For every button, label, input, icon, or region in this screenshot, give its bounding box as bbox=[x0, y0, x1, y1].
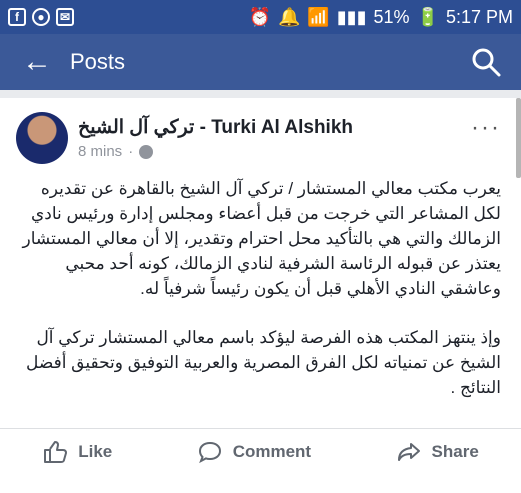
share-label: Share bbox=[431, 441, 479, 461]
post-paragraph-1: يعرب مكتب معالي المستشار / تركي آل الشيخ… bbox=[22, 179, 501, 298]
like-icon bbox=[44, 440, 68, 463]
mail-icon: ✉ bbox=[56, 8, 74, 26]
battery-level: 51% bbox=[373, 6, 410, 27]
globe-icon bbox=[139, 144, 154, 159]
status-bar: f ● ✉ ⏰ 🔔 📶 ▮▮▮ 51% 🔋 5:17 PM bbox=[0, 0, 521, 34]
comment-icon bbox=[198, 441, 221, 463]
circle-icon: ● bbox=[32, 8, 50, 26]
share-icon bbox=[397, 442, 420, 461]
more-options-icon[interactable]: ··· bbox=[471, 114, 501, 142]
post-body: يعرب مكتب معالي المستشار / تركي آل الشيخ… bbox=[20, 176, 501, 400]
battery-icon: 🔋 bbox=[416, 6, 439, 27]
page-title: Posts bbox=[70, 49, 126, 74]
separator: · bbox=[128, 143, 134, 160]
back-arrow-icon[interactable]: ← bbox=[22, 47, 52, 77]
post-actions: Like Comment Share bbox=[0, 428, 521, 474]
author-name[interactable]: تركي آل الشيخ - Turki Al Alshikh bbox=[78, 116, 353, 139]
like-button[interactable]: Like bbox=[42, 439, 112, 465]
post-header: تركي آل الشيخ - Turki Al Alshikh 8 mins … bbox=[16, 112, 505, 168]
like-label: Like bbox=[78, 441, 113, 461]
status-time: 5:17 PM bbox=[445, 6, 513, 27]
share-button[interactable]: Share bbox=[396, 439, 479, 465]
signal-icon: ▮▮▮ bbox=[336, 6, 367, 27]
avatar[interactable] bbox=[16, 112, 68, 164]
post-card: تركي آل الشيخ - Turki Al Alshikh 8 mins … bbox=[0, 98, 521, 493]
scrollbar[interactable] bbox=[516, 98, 521, 178]
post-meta: 8 mins · bbox=[78, 143, 154, 160]
notification-icon: 🔔 bbox=[277, 6, 301, 27]
post-paragraph-2: وإذ ينتهز المكتب هذه الفرصة ليؤكد باسم م… bbox=[25, 328, 501, 397]
alarm-icon: ⏰ bbox=[248, 6, 271, 27]
wifi-icon: 📶 bbox=[307, 6, 330, 27]
app-bar: ← Posts bbox=[0, 34, 521, 90]
facebook-icon: f bbox=[8, 8, 26, 26]
search-icon[interactable] bbox=[469, 45, 503, 79]
comment-button[interactable]: Comment bbox=[197, 439, 311, 465]
comment-label: Comment bbox=[232, 441, 312, 461]
post-time[interactable]: 8 mins bbox=[78, 143, 122, 160]
